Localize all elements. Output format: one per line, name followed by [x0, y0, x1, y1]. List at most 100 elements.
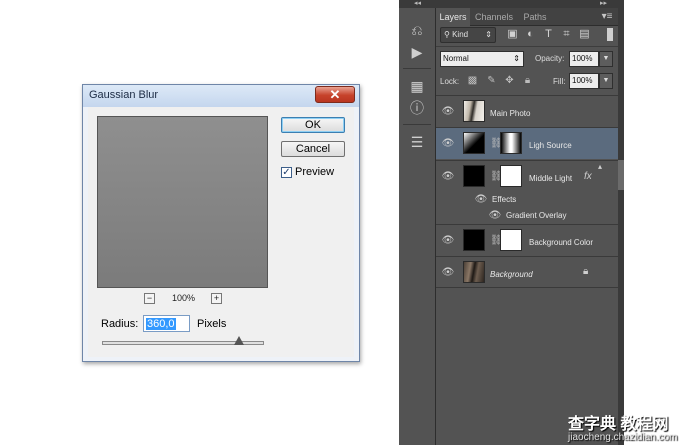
effects-row[interactable]: 👁︎ Effects [436, 192, 618, 208]
radius-label: Radius: [101, 318, 139, 330]
type-filter-icon[interactable]: T [542, 28, 555, 41]
watermark-title: 查字典 教程网 [568, 416, 669, 433]
filter-kind-value: Kind [452, 30, 469, 39]
preview-checkbox[interactable]: ✓ [281, 167, 292, 178]
effect-item-label: Gradient Overlay [506, 211, 567, 220]
panel-menu-icon[interactable]: ▾≡ [599, 8, 615, 26]
layer-thumbnail [463, 132, 485, 154]
watermark-url: jiaocheng.chazidian.com [568, 432, 678, 443]
cancel-button[interactable]: Cancel [281, 141, 345, 157]
layer-mask-thumbnail [500, 229, 522, 251]
lock-label: Lock: [440, 77, 460, 86]
play-icon[interactable]: ▶ [406, 42, 428, 62]
ok-button[interactable]: OK [281, 117, 345, 133]
layers-panel: ▸▸ Layers Channels Paths ▾≡ ⚲ Kind ⇕ ▣ ◐… [436, 0, 618, 445]
link-chain-icon[interactable]: ⛓︎ [490, 137, 503, 151]
strip-divider [403, 68, 431, 69]
visibility-eye-icon[interactable]: 👁︎ [441, 235, 455, 247]
tab-channels[interactable]: Channels [472, 8, 516, 26]
lock-all-icon[interactable]: 🔒︎ [522, 75, 533, 87]
history-icon[interactable]: ⎌ [406, 20, 428, 40]
layer-name: Main Photo [490, 109, 531, 118]
lock-image-icon[interactable]: ✎ [486, 75, 497, 87]
panel-collapse-bar[interactable]: ▸▸ [436, 0, 618, 8]
preview-label: Preview [295, 166, 335, 178]
search-icon: ⚲ [444, 30, 453, 39]
zoom-out-button[interactable]: − [144, 293, 155, 304]
opacity-input[interactable]: 100% [569, 51, 599, 67]
link-chain-icon[interactable]: ⛓︎ [490, 234, 503, 248]
gaussian-blur-dialog: Gaussian Blur ✕ − 100% + OK Cancel ✓ Pre… [82, 84, 360, 362]
layer-name: Background [490, 270, 533, 279]
smart-object-filter-icon[interactable]: ▤ [578, 28, 591, 41]
layer-mask-thumbnail [500, 132, 522, 154]
lock-icon: 🔒︎ [583, 266, 589, 277]
strip-divider [403, 124, 431, 125]
expand-arrows-icon[interactable]: ▸▸ [600, 0, 607, 7]
radius-unit-label: Pixels [197, 318, 227, 330]
layer-name: Background Color [529, 238, 594, 247]
collapse-effects-icon[interactable]: ▴ [598, 162, 602, 171]
dialog-title: Gaussian Blur [89, 89, 159, 101]
scrollbar-thumb[interactable] [618, 160, 624, 190]
divider [436, 46, 618, 47]
layer-thumbnail [463, 165, 485, 187]
layer-row-background[interactable]: 👁︎ Background 🔒︎ [436, 256, 618, 288]
blur-preview-area[interactable] [97, 116, 268, 288]
filter-toggle[interactable] [607, 28, 613, 41]
collapse-arrows-icon[interactable]: ◂◂ [399, 0, 436, 8]
panel-scrollbar[interactable] [618, 0, 624, 445]
blend-mode-select[interactable]: Normal ⇕ [440, 51, 524, 67]
lock-position-icon[interactable]: ✥ [504, 75, 515, 87]
visibility-eye-icon[interactable]: 👁︎ [441, 138, 455, 150]
radius-value: 360,0 [146, 318, 176, 330]
chevron-updown-icon: ⇕ [513, 54, 520, 63]
layer-row-main-photo[interactable]: 👁︎ Main Photo [436, 95, 618, 126]
visibility-eye-icon[interactable]: 👁︎ [441, 106, 455, 118]
zoom-in-button[interactable]: + [211, 293, 222, 304]
panel-tabs: Layers Channels Paths ▾≡ [436, 8, 618, 26]
layer-row-ligh-source[interactable]: 👁︎ ⛓︎ Ligh Source [436, 127, 618, 159]
opacity-dropdown-icon[interactable]: ▼ [599, 51, 613, 67]
blend-mode-value: Normal [443, 54, 469, 63]
properties-icon[interactable]: ☰ [406, 132, 428, 152]
watermark: 查字典 教程网 jiaocheng.chazidian.com [565, 410, 700, 445]
dialog-titlebar[interactable]: Gaussian Blur ✕ [83, 85, 359, 107]
layer-thumbnail [463, 100, 485, 122]
close-icon[interactable]: ✕ [315, 86, 355, 103]
layer-name: Ligh Source [529, 141, 572, 150]
layer-row-middle-light[interactable]: 👁︎ ⛓︎ Middle Light fx ▴ [436, 160, 618, 192]
layer-thumbnail [463, 261, 485, 283]
effects-label: Effects [492, 195, 517, 204]
fx-icon[interactable]: fx [584, 171, 592, 182]
fill-label: Fill: [553, 77, 566, 86]
info-icon[interactable]: ⓘ [406, 98, 428, 118]
tab-layers[interactable]: Layers [436, 8, 470, 26]
filter-kind-select[interactable]: ⚲ Kind ⇕ [440, 27, 496, 43]
chevron-updown-icon: ⇕ [485, 30, 492, 39]
adjustment-filter-icon[interactable]: ◐ [524, 28, 537, 41]
lock-transparent-icon[interactable]: ▩ [467, 75, 478, 87]
layer-mask-thumbnail [500, 165, 522, 187]
layer-row-background-color[interactable]: 👁︎ ⛓︎ Background Color [436, 224, 618, 256]
fill-dropdown-icon[interactable]: ▼ [599, 73, 613, 89]
visibility-eye-icon[interactable]: 👁︎ [441, 267, 455, 279]
opacity-label: Opacity: [535, 54, 565, 63]
dialog-body: − 100% + OK Cancel ✓ Preview Radius: 360… [88, 107, 354, 357]
radius-input[interactable]: 360,0 [143, 315, 190, 332]
fill-input[interactable]: 100% [569, 73, 599, 89]
collapsed-panel-strip: ◂◂ ⎌ ▶ ▦ ⓘ ☰ [399, 0, 436, 445]
visibility-eye-icon[interactable]: 👁︎ [488, 210, 502, 222]
layer-name: Middle Light [529, 174, 573, 183]
link-chain-icon[interactable]: ⛓︎ [490, 170, 503, 184]
tab-paths[interactable]: Paths [519, 8, 551, 26]
layer-thumbnail [463, 229, 485, 251]
visibility-eye-icon[interactable]: 👁︎ [474, 194, 488, 206]
zoom-level: 100% [172, 293, 196, 303]
image-filter-icon[interactable]: ▣ [506, 28, 519, 41]
radius-slider-thumb[interactable] [234, 336, 244, 345]
effect-item-row[interactable]: 👁︎ Gradient Overlay [436, 208, 618, 224]
shape-filter-icon[interactable]: ⌗ [560, 28, 573, 41]
swatches-icon[interactable]: ▦ [406, 76, 428, 96]
visibility-eye-icon[interactable]: 👁︎ [441, 171, 455, 183]
